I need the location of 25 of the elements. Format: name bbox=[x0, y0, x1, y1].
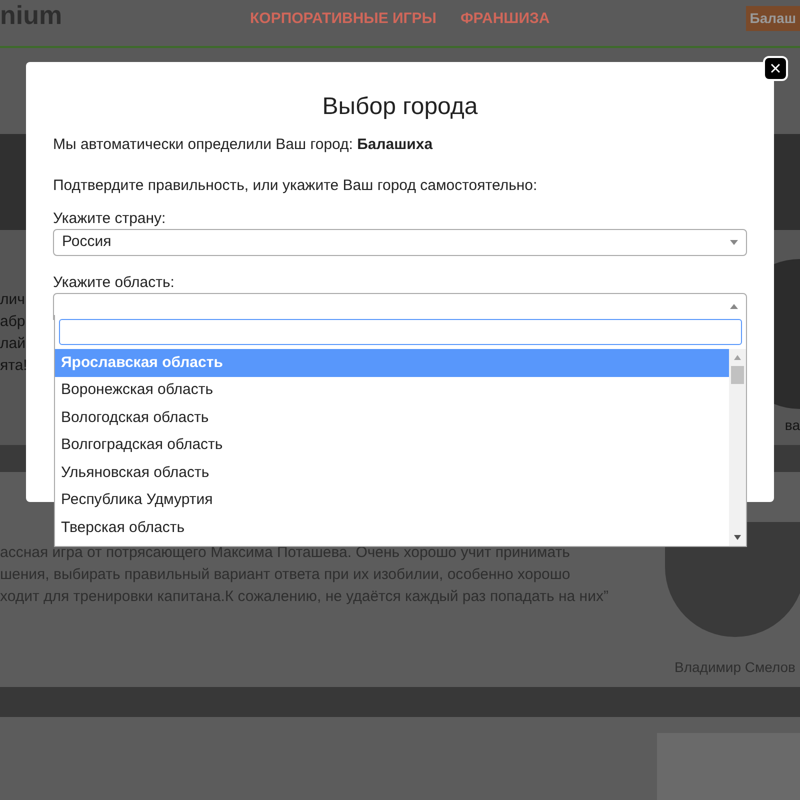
field-label: Укажите область: bbox=[53, 275, 176, 291]
dropdown-option[interactable]: Вологодская область bbox=[55, 404, 729, 432]
dropdown-option[interactable]: Тверская область bbox=[55, 514, 729, 542]
detected-city-text: Мы автоматически определили Ваш город: Балашиха bbox=[53, 135, 434, 155]
text-fragment: лич bbox=[0, 290, 26, 310]
caret-down-icon bbox=[730, 240, 738, 245]
country-select[interactable]: Россия bbox=[53, 229, 747, 256]
text-fragment: абр bbox=[0, 312, 26, 332]
scrollbar[interactable] bbox=[729, 349, 746, 546]
text-fragment: ята! bbox=[0, 356, 28, 376]
close-button[interactable]: × bbox=[763, 56, 788, 81]
scrollbar-thumb[interactable] bbox=[731, 366, 744, 384]
field-label: Укажите страну: bbox=[53, 211, 167, 227]
scroll-down-icon[interactable] bbox=[734, 535, 741, 540]
caret-up-icon bbox=[730, 304, 738, 309]
modal-title: Выбор города bbox=[321, 92, 479, 122]
dropdown-option[interactable]: Воронежская область bbox=[55, 376, 729, 404]
prompt-text: Подтвердите правильность, или укажите Ваш город самостоятельно: bbox=[53, 176, 538, 196]
dropdown-option[interactable]: Республика Удмуртия bbox=[55, 486, 729, 514]
text-fragment: лай bbox=[0, 334, 26, 354]
scroll-up-icon[interactable] bbox=[734, 355, 741, 360]
dropdown-option[interactable]: Ульяновская область bbox=[55, 459, 729, 486]
search-field[interactable] bbox=[59, 319, 742, 345]
name-fragment: ва bbox=[784, 416, 800, 435]
dropdown-option[interactable]: Волгоградская область bbox=[55, 432, 729, 459]
